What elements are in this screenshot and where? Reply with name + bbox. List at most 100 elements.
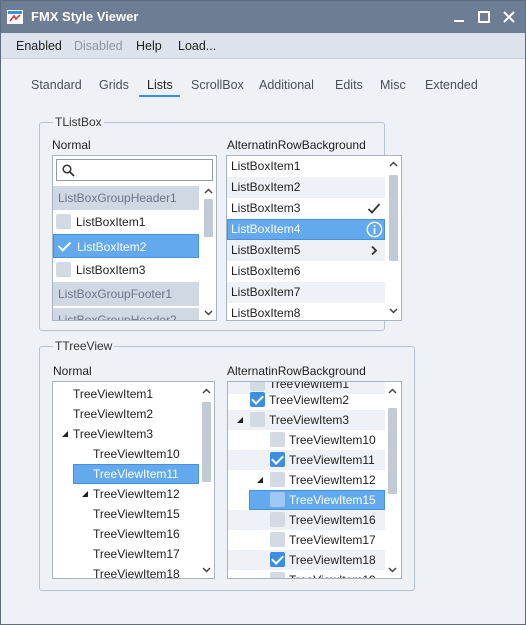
list-item-selected[interactable]: ListBoxItem2 [53,234,199,258]
tree-item[interactable]: TreeViewItem2 [53,404,199,424]
checkbox[interactable] [250,412,265,427]
checkbox[interactable] [270,532,285,547]
scrollbar[interactable] [201,184,216,320]
checkbox-checked[interactable] [270,552,285,567]
tree-item[interactable]: TreeViewItem15 [53,504,199,524]
maximize-icon[interactable] [474,7,494,27]
treeview-alt-label: AlternatinRowBackground [227,364,366,378]
tree-item[interactable]: TreeViewItem10 [228,430,385,450]
menu-help[interactable]: Help [136,39,162,53]
listbox-normal[interactable]: ListBoxGroupHeader1 ListBoxItem1 ListBox… [52,155,217,321]
expanded-triangle-icon[interactable] [256,476,264,484]
chevron-up-icon[interactable] [388,159,399,170]
checkbox[interactable] [270,472,285,487]
tab-misc[interactable]: Misc [380,78,406,92]
checkbox[interactable] [270,432,285,447]
tree-item[interactable]: TreeViewItem12 [228,470,385,490]
tree-item[interactable]: TreeViewItem16 [53,524,199,544]
tree-item[interactable]: TreeViewItem18 [53,564,199,579]
chevron-up-icon[interactable] [387,386,398,397]
menu-enabled[interactable]: Enabled [16,39,62,53]
tab-lists[interactable]: Lists [147,78,173,92]
tree-item-selected[interactable]: TreeViewItem15 [249,490,385,510]
tree-item-label: TreeViewItem16 [93,527,180,541]
tree-item[interactable]: TreeViewItem19 [228,570,385,578]
treeview-group-title: TTreeView [53,339,115,353]
close-icon[interactable] [499,7,519,27]
list-item[interactable]: ListBoxItem6 [227,261,385,282]
scrollbar[interactable] [385,382,400,578]
minimize-icon[interactable] [449,7,469,27]
list-item[interactable]: ListBoxItem5 [227,240,385,261]
tree-item-selected[interactable]: TreeViewItem11 [73,464,199,484]
tree-item[interactable]: TreeViewItem3 [53,424,199,444]
list-group-header: ListBoxGroupHeader2 [53,308,199,321]
checkbox[interactable] [270,492,285,507]
listbox-normal-label: Normal [52,138,91,152]
scrollbar[interactable] [199,382,214,578]
info-icon[interactable] [366,221,383,238]
title-bar[interactable]: FMX Style Viewer [1,1,525,33]
list-item[interactable]: ListBoxItem8 [227,303,385,320]
list-item-label: ListBoxGroupHeader2 [58,313,177,321]
tree-item[interactable]: TreeViewItem11 [228,450,385,470]
tree-item-label: TreeViewItem2 [73,407,154,421]
list-item[interactable]: ListBoxItem3 [227,198,385,219]
list-item-label: ListBoxItem5 [231,243,301,257]
expanded-triangle-icon[interactable] [81,490,89,498]
tree-item[interactable]: TreeViewItem12 [53,484,199,504]
tree-item-label: TreeViewItem10 [93,447,180,461]
list-item[interactable]: ListBoxItem7 [227,282,385,303]
tab-additional[interactable]: Additional [259,78,314,92]
chevron-right-icon[interactable] [369,245,379,256]
list-item[interactable]: ListBoxItem1 [227,156,385,177]
tree-item[interactable]: TreeViewItem18 [228,550,385,570]
tree-item-label: TreeViewItem18 [93,567,180,579]
tab-standard[interactable]: Standard [31,78,82,92]
chevron-up-icon[interactable] [203,186,214,197]
treeview-alternating[interactable]: TreeViewItem1 TreeViewItem2 TreeViewItem… [227,381,402,579]
checkbox-checked[interactable] [57,239,72,254]
expanded-triangle-icon[interactable] [236,416,244,424]
tree-item[interactable]: TreeViewItem16 [228,510,385,530]
tree-item[interactable]: TreeViewItem3 [228,410,385,430]
tree-item[interactable]: TreeViewItem1 [53,384,199,404]
checkbox[interactable] [270,512,285,527]
chevron-down-icon[interactable] [387,564,398,575]
checkbox[interactable] [56,262,71,277]
tree-item[interactable]: TreeViewItem17 [53,544,199,564]
checkbox-checked[interactable] [270,452,285,467]
checkbox-checked[interactable] [250,392,265,407]
chevron-down-icon[interactable] [201,564,212,575]
chevron-up-icon[interactable] [201,386,212,397]
tree-item[interactable]: TreeViewItem10 [53,444,199,464]
checkbox[interactable] [56,214,71,229]
tree-item[interactable]: TreeViewItem2 [228,390,385,410]
list-group-header: ListBoxGroupHeader1 [53,186,199,210]
search-input[interactable] [56,159,213,181]
tab-extended[interactable]: Extended [425,78,478,92]
tree-item[interactable]: TreeViewItem17 [228,530,385,550]
expanded-triangle-icon[interactable] [61,430,69,438]
scrollbar-thumb[interactable] [388,408,397,494]
scrollbar[interactable] [386,156,401,320]
menu-disabled[interactable]: Disabled [74,39,123,53]
list-item[interactable]: ListBoxItem2 [227,177,385,198]
tab-grids[interactable]: Grids [99,78,129,92]
listbox-alternating[interactable]: ListBoxItem1 ListBoxItem2 ListBoxItem3 L… [226,155,402,321]
list-item-label: ListBoxItem2 [231,180,301,194]
list-item[interactable]: ListBoxItem3 [53,258,199,282]
menu-load[interactable]: Load... [178,39,216,53]
chevron-down-icon[interactable] [203,307,214,318]
checkbox[interactable] [270,572,285,578]
treeview-normal[interactable]: TreeViewItem1 TreeViewItem2 TreeViewItem… [52,381,215,579]
list-item[interactable]: ListBoxItem1 [53,210,199,234]
list-item-label: ListBoxGroupFooter1 [58,287,173,301]
chevron-down-icon[interactable] [388,305,399,316]
tab-edits[interactable]: Edits [335,78,363,92]
tab-scrollbox[interactable]: ScrollBox [191,78,244,92]
list-item-selected[interactable]: ListBoxItem4 [227,219,385,240]
scrollbar-thumb[interactable] [204,199,213,237]
scrollbar-thumb[interactable] [202,402,211,482]
scrollbar-thumb[interactable] [389,175,398,261]
